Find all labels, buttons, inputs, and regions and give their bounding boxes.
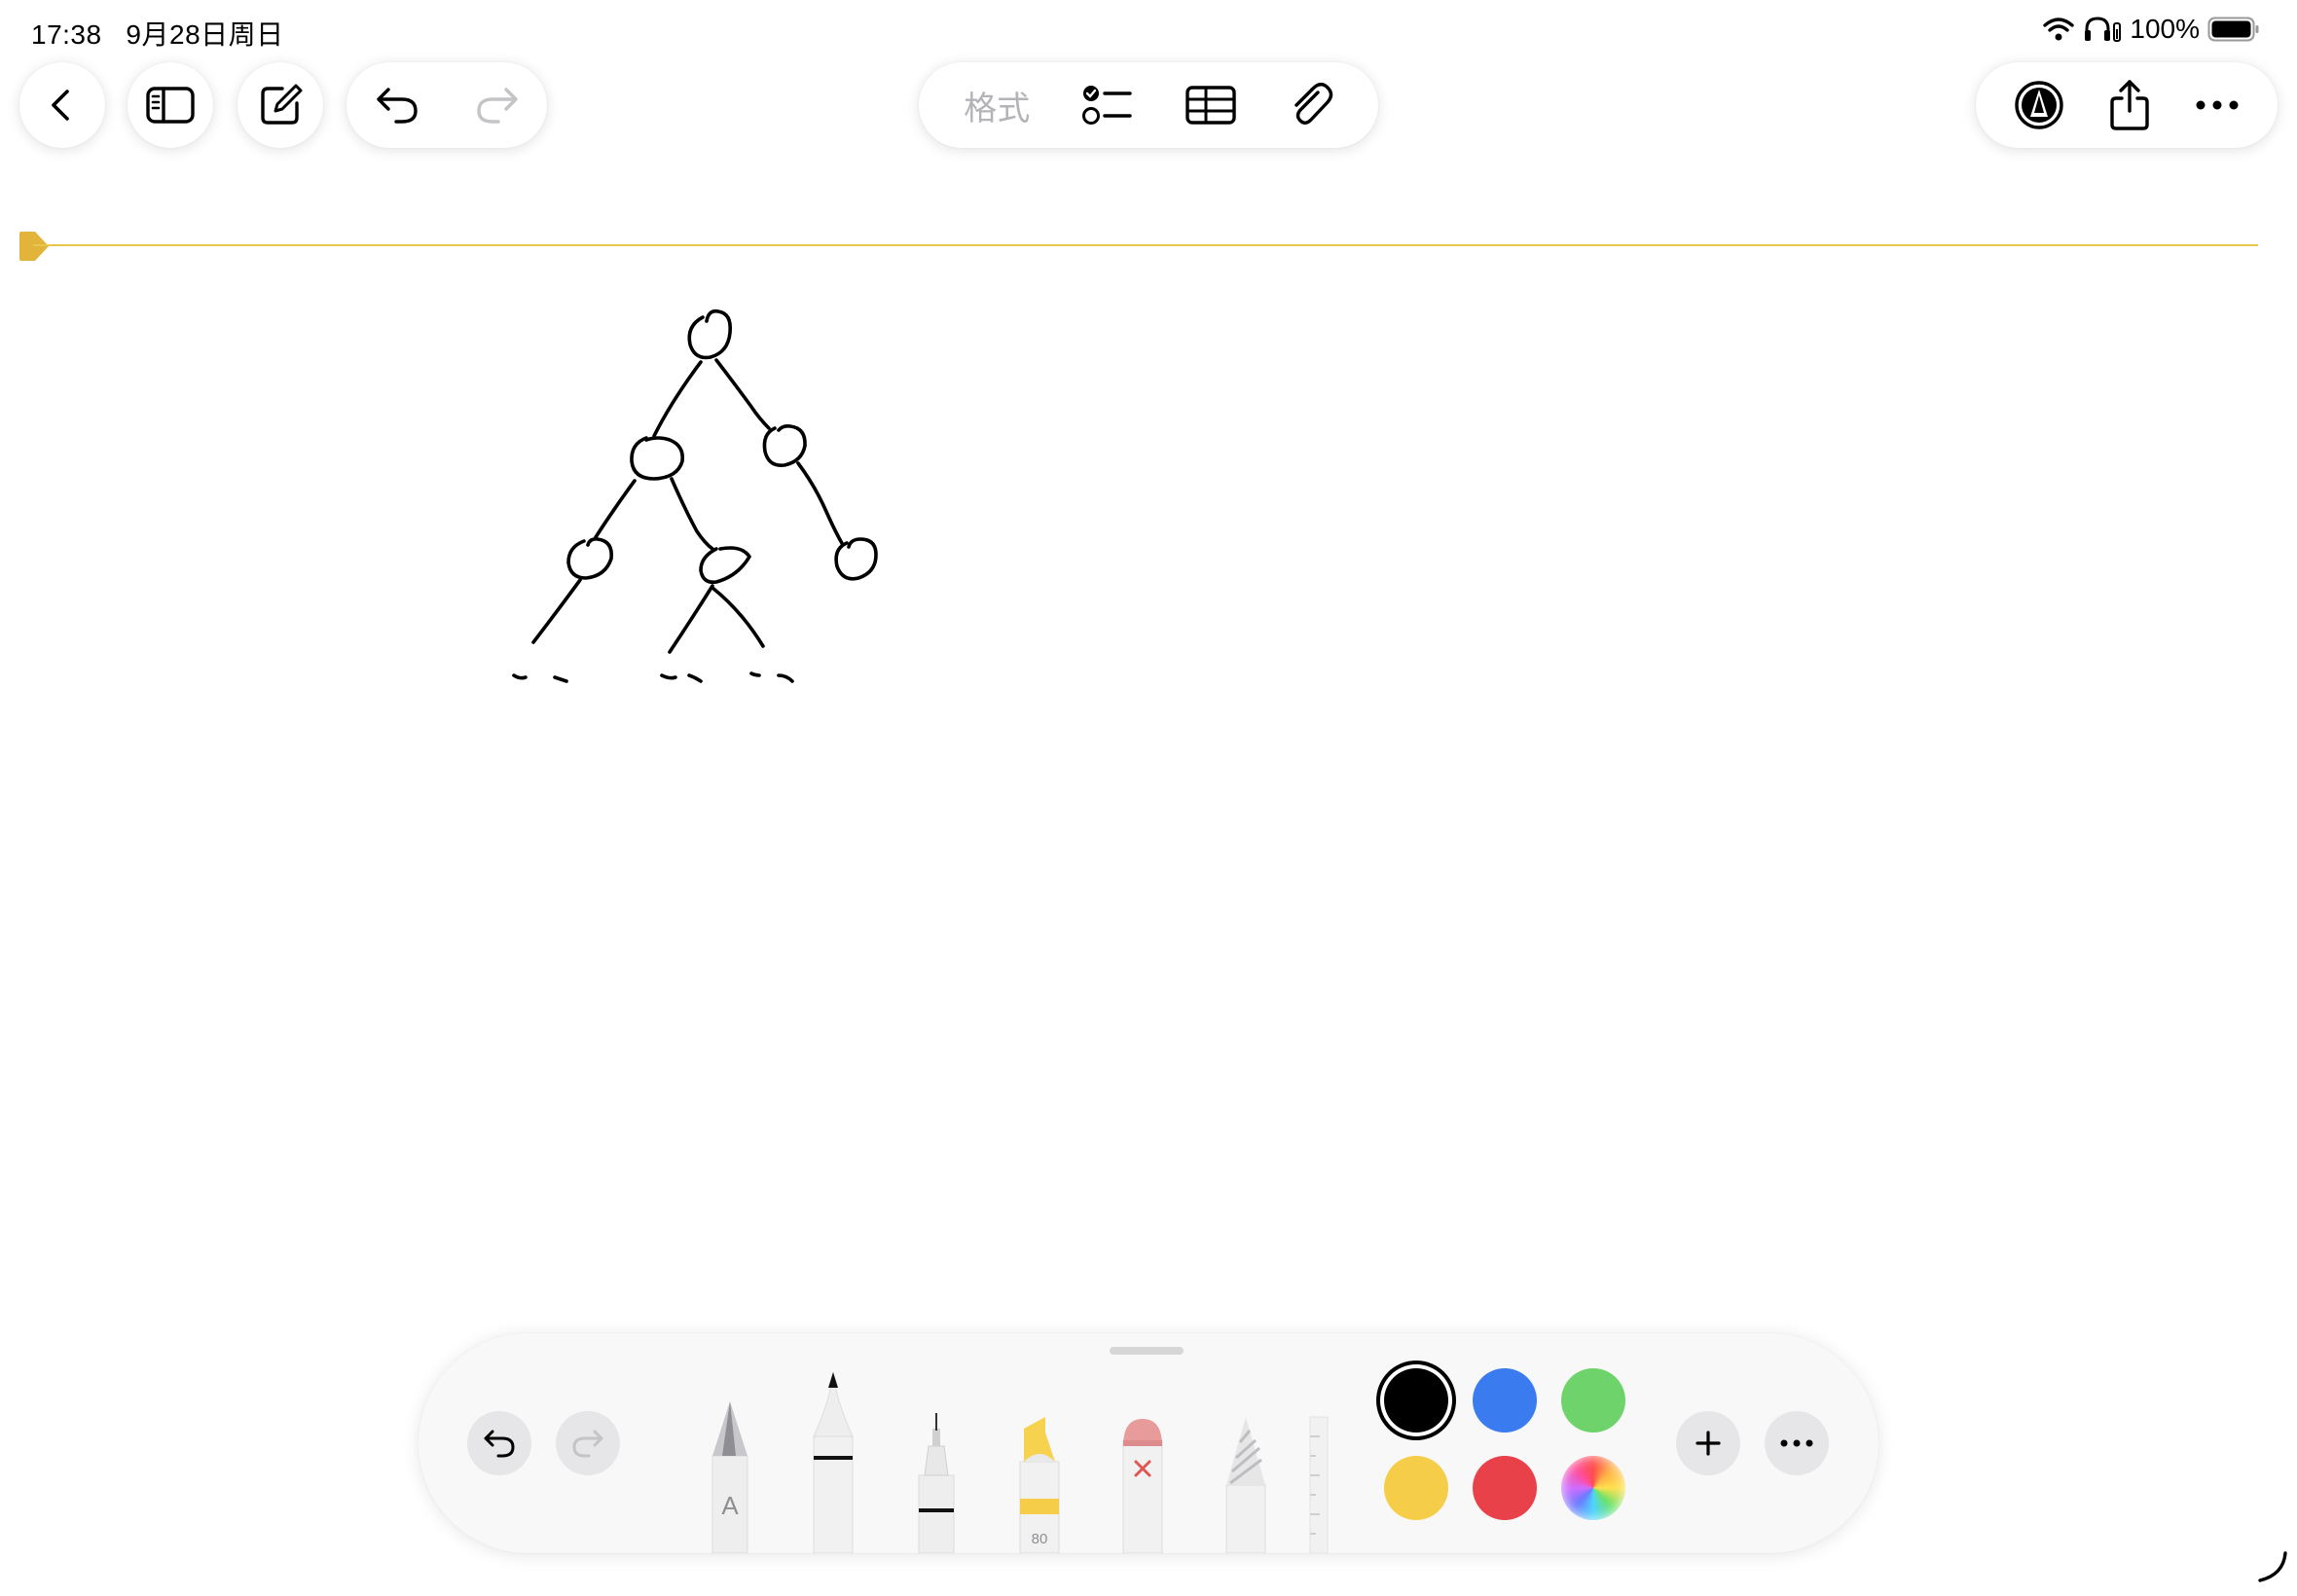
highlighter-label: 80 bbox=[1032, 1531, 1048, 1547]
tree-dash bbox=[660, 673, 677, 680]
tree-edge bbox=[652, 360, 703, 438]
tree-node-lr bbox=[699, 546, 751, 585]
tree-edge bbox=[796, 461, 845, 547]
palette-redo-button[interactable] bbox=[556, 1411, 620, 1475]
tree-edge bbox=[594, 479, 637, 539]
color-swatch-yellow[interactable] bbox=[1384, 1456, 1448, 1520]
color-swatch-green[interactable] bbox=[1561, 1368, 1625, 1433]
fineliner-tool[interactable] bbox=[907, 1407, 966, 1553]
resize-handle-icon[interactable] bbox=[2252, 1547, 2291, 1586]
tree-dash bbox=[777, 673, 794, 683]
tree-node-right bbox=[762, 424, 807, 468]
tree-node-root bbox=[687, 308, 733, 360]
tree-edge bbox=[714, 358, 771, 430]
add-icon bbox=[1695, 1431, 1721, 1456]
tree-dash bbox=[687, 673, 703, 683]
fountain-pen-tool[interactable] bbox=[804, 1368, 862, 1553]
ruler-tool[interactable] bbox=[1302, 1407, 1331, 1553]
add-tool-button[interactable] bbox=[1676, 1411, 1740, 1475]
tree-dash bbox=[512, 673, 528, 680]
highlighter-tool[interactable]: 80 bbox=[1010, 1407, 1069, 1553]
palette-undo-button[interactable] bbox=[467, 1411, 531, 1475]
palette-more-button[interactable] bbox=[1765, 1411, 1829, 1475]
monoline-pen-tool[interactable]: A bbox=[701, 1397, 759, 1553]
tree-dash bbox=[553, 675, 568, 683]
palette-more-icon bbox=[1780, 1439, 1813, 1447]
tool-palette: A 80 bbox=[419, 1333, 1878, 1553]
tree-node-ll bbox=[566, 537, 614, 580]
tree-edge bbox=[531, 578, 582, 644]
color-swatch-black[interactable] bbox=[1384, 1368, 1448, 1433]
palette-grabber[interactable] bbox=[1110, 1347, 1184, 1355]
pen-letter: A bbox=[721, 1491, 739, 1520]
tree-node-rr bbox=[834, 537, 878, 581]
palette-undo-icon bbox=[484, 1430, 515, 1458]
tree-edge bbox=[668, 584, 714, 654]
color-swatch-blue[interactable] bbox=[1473, 1368, 1537, 1433]
pencil-tool[interactable] bbox=[1217, 1407, 1275, 1553]
palette-redo-icon bbox=[572, 1430, 603, 1458]
tree-edge bbox=[711, 586, 765, 648]
eraser-tool[interactable] bbox=[1113, 1407, 1172, 1553]
tree-node-left bbox=[630, 436, 685, 481]
tree-dash bbox=[749, 671, 761, 677]
color-swatch-multicolor[interactable] bbox=[1561, 1456, 1625, 1520]
color-swatch-red[interactable] bbox=[1473, 1456, 1537, 1520]
tree-edge bbox=[670, 477, 714, 551]
